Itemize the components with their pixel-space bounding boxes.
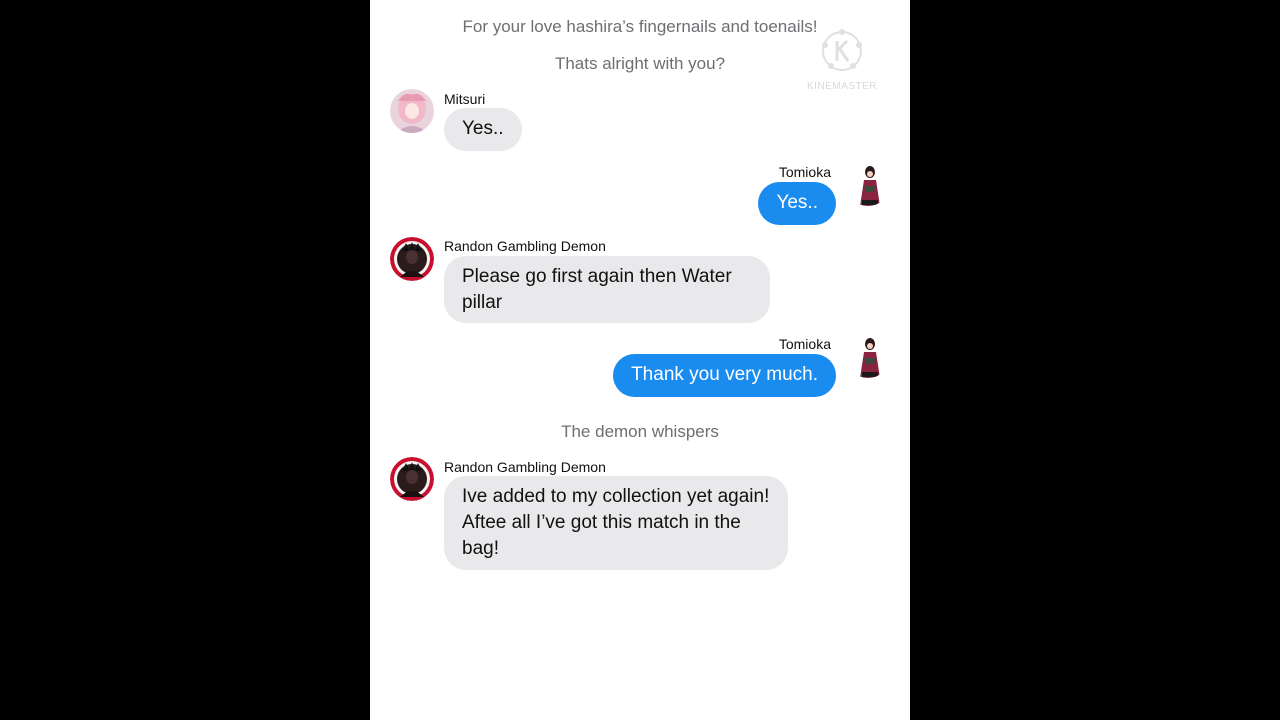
message-bubble[interactable]: Thank you very much. <box>613 354 836 397</box>
avatar-image <box>390 457 434 501</box>
message-bubble[interactable]: Yes.. <box>758 182 836 225</box>
sender-name: Randon Gambling Demon <box>444 238 606 254</box>
system-message: The demon whispers <box>561 422 719 441</box>
system-message: Thats alright with you? <box>554 54 726 73</box>
avatar-image <box>846 162 890 206</box>
avatar-image <box>846 334 890 378</box>
avatar-image <box>390 89 434 133</box>
mitsuri-avatar[interactable] <box>390 89 434 133</box>
chat-screen: KINEMASTER For your love hashira’s finge… <box>370 0 910 720</box>
message-bubble[interactable]: Ive added to my collection yet again! Af… <box>444 476 788 570</box>
message-bubble[interactable]: Please go first again then Water pillar <box>444 256 770 323</box>
avatar-image <box>390 237 434 281</box>
message-bubble[interactable]: Yes.. <box>444 108 522 151</box>
tomioka-avatar[interactable] <box>846 334 890 378</box>
sender-name: Randon Gambling Demon <box>444 459 606 475</box>
sender-name: Tomioka <box>778 164 831 180</box>
tomioka-avatar[interactable] <box>846 162 890 206</box>
sender-name: Tomioka <box>778 336 831 352</box>
sender-name: Mitsuri <box>444 91 486 107</box>
demon-avatar[interactable] <box>390 237 434 281</box>
system-message: For your love hashira’s fingernails and … <box>462 17 818 36</box>
demon-avatar[interactable] <box>390 457 434 501</box>
watermark-text: KINEMASTER <box>806 81 877 92</box>
